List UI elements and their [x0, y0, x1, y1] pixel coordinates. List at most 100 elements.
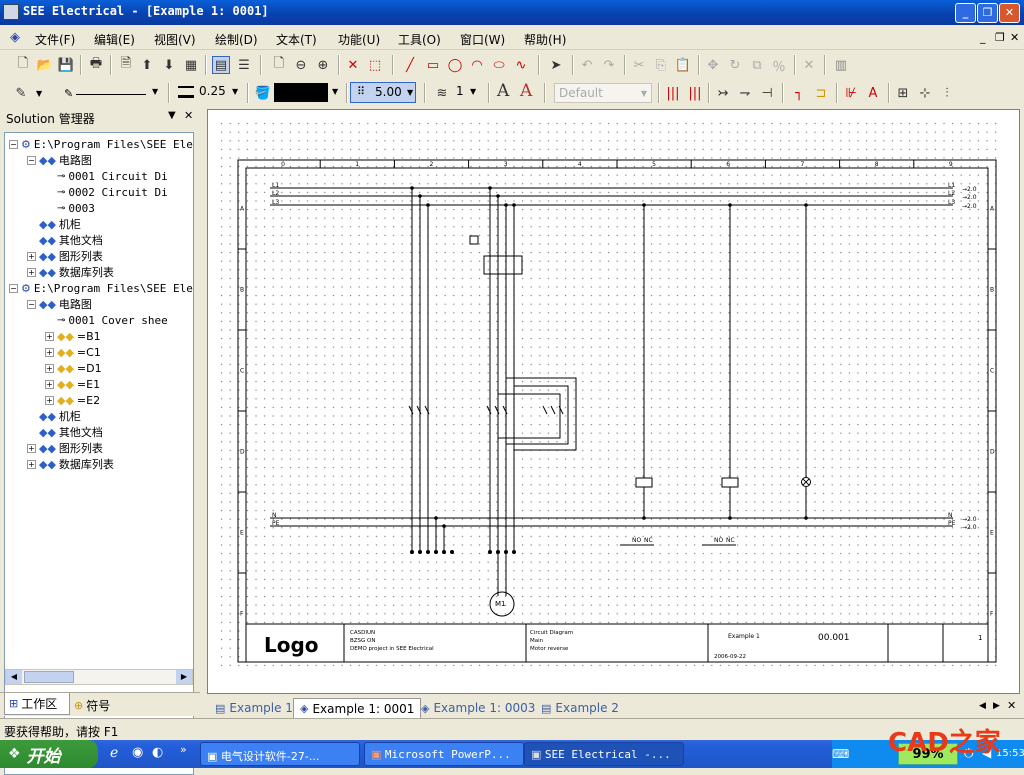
redo-icon[interactable]: ↷ [600, 56, 618, 74]
tree-node[interactable]: + ◆◆ =E2 [45, 392, 100, 408]
tab-workspace[interactable]: ⊞ 工作区 [4, 693, 70, 715]
fill-color-swatch[interactable] [274, 83, 328, 102]
scroll-thumb[interactable] [24, 671, 74, 683]
menu-view[interactable]: 视图(V) [154, 31, 196, 48]
cable-icon[interactable]: ⫶ [938, 84, 956, 102]
rect-select-icon[interactable]: ⬚ [366, 56, 384, 74]
erase-icon[interactable]: ✕ [800, 56, 818, 74]
tree-node[interactable]: − ⚙ E:\Program Files\SEE Ele [9, 280, 193, 296]
snap-icon[interactable]: ▤ [212, 56, 230, 74]
properties-icon[interactable]: ▥ [832, 56, 850, 74]
style-select[interactable]: Default ▼ [554, 83, 652, 103]
tree-node[interactable]: ◆◆ 其他文档 [27, 424, 103, 440]
tree-node[interactable]: ◆◆ 机柜 [27, 216, 81, 232]
rectangle-icon[interactable]: ▭ [424, 56, 442, 74]
tree-node[interactable]: ⊸ 0001 Circuit Di [45, 168, 168, 184]
tree-node[interactable]: ◆◆ 其他文档 [27, 232, 103, 248]
tree-node[interactable]: ⊸ 0002 Circuit Di [45, 184, 168, 200]
quicklaunch-icon[interactable]: ◐ [152, 745, 163, 760]
tree-node[interactable]: − ◆◆ 电路图 [27, 296, 92, 312]
tree-node[interactable]: + ◆◆ =C1 [45, 344, 101, 360]
expand-toggle-icon[interactable]: − [9, 139, 18, 149]
expand-toggle-icon[interactable]: + [45, 379, 54, 389]
line-width-value[interactable]: 0.25 [199, 84, 226, 98]
arrow-down-icon[interactable]: ⬇ [160, 56, 178, 74]
move-icon[interactable]: ✥ [704, 56, 722, 74]
expand-toggle-icon[interactable]: + [27, 459, 36, 469]
tab-scroll-left-icon[interactable]: ◀ [979, 701, 986, 711]
text-attr-icon[interactable]: A [864, 84, 882, 102]
layer-dropdown-icon[interactable]: ▼ [470, 87, 476, 96]
panel-close-icon[interactable]: ✕ [184, 109, 193, 122]
delete-line-icon[interactable]: ✕ [344, 56, 362, 74]
zoom-in-icon[interactable]: ⊕ [314, 56, 332, 74]
cut-icon[interactable]: ✂ [630, 56, 648, 74]
tree-node[interactable]: ◆◆ 机柜 [27, 408, 81, 424]
tree-node[interactable]: ⊸ 0003 [45, 200, 95, 216]
expand-toggle-icon[interactable]: + [27, 251, 36, 261]
tab-scroll-right-icon[interactable]: ▶ [993, 701, 1000, 711]
fill-color-dropdown-icon[interactable]: ▼ [332, 87, 338, 96]
start-button[interactable]: ❖ 开始 [0, 740, 98, 768]
scale-icon[interactable]: ％ [770, 56, 788, 75]
menu-tools[interactable]: 工具(O) [398, 31, 441, 48]
mdi-minimize-icon[interactable]: _ [980, 31, 986, 44]
menu-window[interactable]: 窗口(W) [460, 31, 505, 48]
symbol-icon[interactable]: ⊞ [894, 84, 912, 102]
task-powerpoint[interactable]: ▣ Microsoft PowerP... [364, 742, 524, 766]
line-style-select[interactable]: ✎ ▼ [56, 83, 162, 103]
menu-function[interactable]: 功能(U) [338, 31, 380, 48]
pen-dropdown-icon[interactable]: ▼ [36, 89, 42, 98]
doc-tab-example1-0003[interactable]: ◈ Example 1: 0003 [415, 698, 541, 718]
doc-tab-example1-0001[interactable]: ◈ Example 1: 0001 [293, 698, 422, 718]
menu-draw[interactable]: 绘制(D) [215, 31, 258, 48]
ortho-icon[interactable]: ☰ [235, 56, 253, 74]
ellipse-icon[interactable]: ⬭ [490, 56, 508, 74]
zoom-page-icon[interactable]: 🗋 [270, 56, 288, 74]
expand-toggle-icon[interactable]: + [27, 443, 36, 453]
quicklaunch-more-icon[interactable]: » [180, 743, 187, 756]
expand-toggle-icon[interactable]: − [9, 283, 18, 293]
tree-hscrollbar[interactable]: ◀ ▶ [5, 669, 193, 685]
expand-toggle-icon[interactable]: − [27, 155, 36, 165]
expand-toggle-icon[interactable]: + [45, 363, 54, 373]
text-color-icon[interactable]: A [520, 81, 532, 101]
tree-node[interactable]: + ◆◆ =B1 [45, 328, 101, 344]
circle-icon[interactable]: ◯ [446, 56, 464, 74]
page-list-icon[interactable]: ▦ [182, 56, 200, 74]
expand-toggle-icon[interactable]: + [45, 347, 54, 357]
open-icon[interactable]: 📂 [36, 56, 54, 74]
mdi-restore-icon[interactable]: ❐ [995, 31, 1005, 44]
task-word[interactable]: ▣ 电气设计软件-27-... [200, 742, 360, 766]
expand-toggle-icon[interactable]: + [45, 395, 54, 405]
save-icon[interactable]: 💾 [57, 56, 75, 74]
keyboard-icon[interactable]: ⌨ [832, 747, 849, 761]
expand-toggle-icon[interactable]: + [27, 267, 36, 277]
task-see-electrical[interactable]: ▣ SEE Electrical -... [524, 742, 684, 766]
doc-tab-example1[interactable]: ▤ Example 1 [209, 698, 299, 718]
arc-icon[interactable]: ◠ [468, 56, 486, 74]
curve-icon[interactable]: ∿ [512, 56, 530, 74]
tree-node[interactable]: + ◆◆ =E1 [45, 376, 100, 392]
tree-node[interactable]: ⊸ 0001 Cover shee [45, 312, 168, 328]
terminal-strip-icon[interactable]: ⊹ [916, 84, 934, 102]
tab-close-icon[interactable]: ✕ [1007, 699, 1016, 712]
layer-value[interactable]: 1 [456, 84, 464, 98]
menu-text[interactable]: 文本(T) [276, 31, 317, 48]
tree-node[interactable]: − ◆◆ 电路图 [27, 152, 92, 168]
paste-icon[interactable]: 📋 [674, 56, 692, 74]
corner-icon[interactable]: ┐ [790, 84, 808, 102]
menu-edit[interactable]: 编辑(E) [94, 31, 135, 48]
fill-bucket-icon[interactable]: 🪣 [254, 84, 272, 102]
arrow-up-icon[interactable]: ⬆ [138, 56, 156, 74]
cross-ref-icon[interactable]: ⊐ [812, 84, 830, 102]
drawing-canvas[interactable]: 0 1 2 3 4 5 6 7 8 9 A A B B C C D D E E F F L1 L1 →2.0 L2 L2 →2.0 L3… [207, 109, 1020, 694]
copy-icon[interactable]: ⎘ [652, 56, 670, 74]
wire-connect-icon[interactable]: ⇁ [736, 84, 754, 102]
tree-node[interactable]: − ⚙ E:\Program Files\SEE Ele [9, 136, 193, 152]
tab-symbol[interactable]: ⊕ 符号 [74, 695, 110, 715]
line-width-dropdown-icon[interactable]: ▼ [232, 87, 238, 96]
wire-arrow-icon[interactable]: ↣ [714, 84, 732, 102]
undo-icon[interactable]: ↶ [578, 56, 596, 74]
tree-node[interactable]: + ◆◆ 数据库列表 [27, 456, 114, 472]
